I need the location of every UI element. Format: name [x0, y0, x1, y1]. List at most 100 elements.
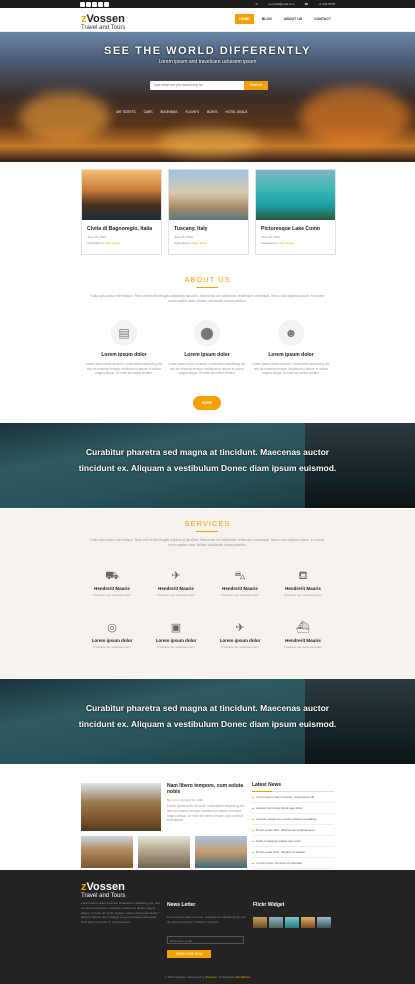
destination-cards: Civita di Bagnoregio, Italia June 15, 20… — [81, 169, 336, 255]
hero-banner: SEE THE WORLD DIFFERENTLY Lorem ipsum an… — [0, 32, 415, 162]
news-item[interactable]: Donec pede justo, fringilla vel aliquet — [252, 847, 334, 858]
photo-thumb[interactable] — [317, 917, 331, 928]
service-item[interactable]: ⛾ Hendrerit Mauris Praesent nec vehicula… — [267, 570, 339, 597]
footer-logo[interactable]: zVossen Travel and Tours — [81, 878, 125, 900]
service-title: Lorem ipsum dolor — [155, 638, 197, 643]
news-item[interactable]: Aenean commodo ligula eget dolor — [252, 803, 334, 814]
card-title[interactable]: Civita di Bagnoregio, Italia — [87, 226, 156, 232]
category-hotel-deals[interactable]: HOTEL DEALS — [226, 110, 248, 114]
rss-icon[interactable] — [104, 1, 109, 7]
hero-light — [160, 127, 260, 157]
photo-widget-title: Flickr Widget — [253, 902, 285, 908]
nav-home[interactable]: HOME — [235, 14, 254, 24]
blog-thumb-image[interactable] — [138, 836, 190, 868]
email-icon: ✉ — [255, 2, 259, 6]
location-pin-icon: ⬤ — [194, 320, 220, 346]
card-uploader: Uploaded by: Alex Jones — [174, 241, 208, 245]
services-text: Nulla quis auctor est tristique. Rare ve… — [90, 538, 325, 547]
news-item[interactable]: Aenean massa cum sociis natoque penatibu… — [252, 814, 334, 825]
facebook-icon[interactable] — [80, 1, 85, 7]
feature-title: Lorem ipsum dolor — [184, 352, 230, 358]
banner-quote: Curabitur pharetra sed magna at tincidun… — [78, 703, 337, 729]
photo-thumb[interactable] — [301, 917, 315, 928]
ship-icon: ⛴ — [296, 622, 310, 634]
newsletter-email-input[interactable]: Enter your email — [167, 936, 244, 944]
nav-blog[interactable]: BLOG — [258, 14, 276, 24]
service-title: Hendrerit Mauris — [158, 586, 194, 591]
blog-thumb-image[interactable] — [195, 836, 247, 868]
blog-title[interactable]: Nam libero tempore, cum soluta nobis — [167, 783, 247, 795]
news-item[interactable]: In enim justo, rhoncus ut imperdiet — [252, 858, 334, 869]
news-item[interactable]: Nulla consequat massa quis enim — [252, 836, 334, 847]
card-title[interactable]: Tuscany, Italy — [174, 226, 243, 232]
copyright-link-2[interactable]: WordPress — [236, 975, 251, 979]
cart-icon: ⛾ — [298, 570, 308, 582]
hero-categories: AIR TICKETS CARS BOOKINGS FLIGHTS BOATS … — [116, 110, 247, 114]
logo-tagline: Travel and Tours — [81, 25, 126, 31]
quote-banner: Curabitur pharetra sed magna at tincidun… — [0, 679, 415, 764]
service-title: Hendrerit Mauris — [94, 586, 130, 591]
pinterest-icon[interactable] — [98, 1, 103, 7]
card-date: June 15, 2016 — [261, 235, 281, 239]
top-contact: ✉ yourmail@mail.com ☎ +1 234 5678 — [256, 2, 335, 6]
banner-quote: Curabitur pharetra sed magna at tincidun… — [78, 447, 337, 473]
category-flights[interactable]: FLIGHTS — [185, 110, 198, 114]
service-item[interactable]: ⛟ Hendrerit Mauris Praesent nec vehicula… — [76, 570, 148, 597]
photo-thumb[interactable] — [253, 917, 267, 928]
category-bookings[interactable]: BOOKINGS — [160, 110, 177, 114]
photo-thumb[interactable] — [269, 917, 283, 928]
destination-image[interactable] — [256, 170, 335, 220]
user-icon: ☻ — [278, 320, 304, 346]
service-item[interactable]: ✈ Lorem ipsum dolor Praesent nec vehicul… — [204, 622, 276, 649]
service-text: Praesent nec vehicula lorem — [221, 645, 259, 649]
destination-image[interactable] — [169, 170, 248, 220]
copyright-link[interactable]: Zvossen — [206, 975, 217, 979]
logo[interactable]: zVossen Travel and Tours — [81, 10, 126, 32]
photo-thumb[interactable] — [285, 917, 299, 928]
blog-featured-post: Nam libero tempore, cum soluta nobis By … — [167, 783, 247, 823]
destination-card[interactable]: Tuscany, Italy June 15, 2016 Uploaded by… — [168, 169, 249, 255]
service-item[interactable]: ⛍ Hendrerit Mauris Praesent nec vehicula… — [204, 570, 276, 597]
logo-name: Vossen — [86, 13, 125, 25]
truck-icon: ⛟ — [105, 570, 119, 582]
destination-card[interactable]: Civita di Bagnoregio, Italia June 15, 20… — [81, 169, 162, 255]
blog-meta: By Admin on April 14, 2016 — [167, 798, 204, 802]
blog-featured-image[interactable] — [81, 783, 161, 831]
subscribe-button[interactable]: SUBSCRIBE NOW — [167, 950, 211, 958]
destination-image[interactable] — [82, 170, 161, 220]
top-phone: +1 234 5678 — [318, 2, 335, 6]
search-input[interactable]: Type what are you searching for — [150, 81, 244, 90]
nav-about[interactable]: ABOUT US — [280, 14, 306, 24]
destination-card[interactable]: Picturesque Lake Como June 15, 2016 Uplo… — [255, 169, 336, 255]
google-plus-icon[interactable] — [92, 1, 97, 7]
service-item[interactable]: ▣ Lorem ipsum dolor Praesent nec vehicul… — [140, 622, 212, 649]
copyright: © 2016 zVossen. Designed by Zvossen. Pow… — [164, 975, 251, 979]
car-icon: ⛍ — [234, 570, 246, 582]
about-more-button[interactable]: MORE — [193, 396, 221, 410]
hero-search: Type what are you searching for Search — [150, 81, 268, 90]
category-boats[interactable]: BOATS — [207, 110, 218, 114]
news-item[interactable]: Donec quam felis, ultricies nec pellente… — [252, 825, 334, 836]
service-text: Praesent nec vehicula lorem — [93, 645, 131, 649]
service-text: Praesent nec vehicula lorem — [157, 645, 195, 649]
card-date: June 15, 2016 — [174, 235, 194, 239]
top-email[interactable]: yourmail@mail.com — [268, 2, 294, 6]
package-icon: ▣ — [170, 622, 182, 634]
search-button[interactable]: Search — [244, 81, 268, 90]
feature-title: Lorem ipsum dolor — [268, 352, 314, 358]
blog-thumb-image[interactable] — [81, 836, 133, 868]
service-item[interactable]: ⛴ Hendrerit Mauris Praesent nec vehicula… — [267, 622, 339, 649]
card-uploader: Uploaded by: Alex Jones — [87, 241, 121, 245]
about-divider — [196, 287, 218, 288]
twitter-icon[interactable] — [86, 1, 91, 7]
news-item[interactable]: Lorem ipsum dolor sit amet, consectetur … — [252, 792, 334, 803]
site-header: zVossen Travel and Tours HOME BLOG ABOUT… — [0, 8, 415, 32]
category-air-tickets[interactable]: AIR TICKETS — [116, 110, 136, 114]
service-item[interactable]: ◎ Lorem ipsum dolor Praesent nec vehicul… — [76, 622, 148, 649]
service-item[interactable]: ✈ Hendrerit Mauris Praesent nec vehicula… — [140, 570, 212, 597]
about-feature: ▤ Lorem ipsum dolor Lorem ipsum dolor si… — [84, 320, 164, 376]
card-title[interactable]: Picturesque Lake Como — [261, 226, 330, 232]
category-cars[interactable]: CARS — [144, 110, 153, 114]
nav-contact[interactable]: CONTACT — [310, 14, 335, 24]
site-footer — [0, 870, 415, 984]
